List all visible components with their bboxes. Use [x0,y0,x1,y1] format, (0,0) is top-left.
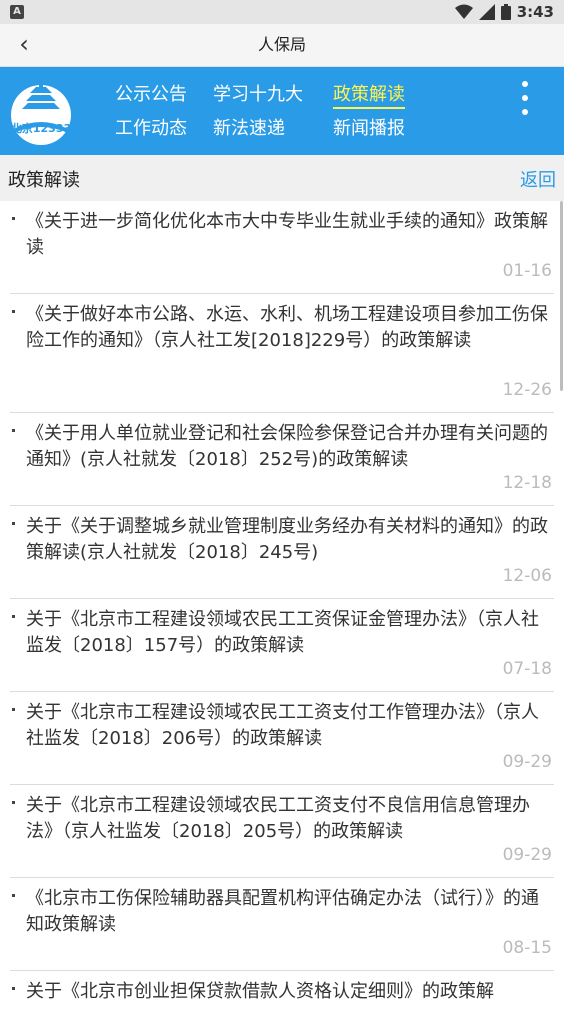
bullet [12,987,15,990]
tab-news-broadcast[interactable]: 新闻播报 [333,117,405,141]
bullet [12,522,15,525]
signal-icon [478,4,495,20]
notification-icon: A [10,5,24,19]
article-row[interactable]: 关于《关于调整城乡就业管理制度业务经办有关材料的通知》的政策解读(京人社就发〔2… [10,506,554,599]
return-link[interactable]: 返回 [520,166,556,192]
article-date: 12-26 [502,380,552,400]
bullet [12,217,15,220]
article-date: 07-18 [502,659,552,679]
bullet [12,801,15,804]
title-bar: ‹ 人保局 [0,24,564,67]
status-bar: A 3:43 [0,0,564,24]
article-date: 09-29 [502,845,552,865]
article-title: 关于《北京市工程建设领域农民工工资保证金管理办法》（京人社监发〔2018〕157… [26,609,539,656]
bullet [12,708,15,711]
scrollbar[interactable] [560,201,563,391]
article-row[interactable]: 《关于用人单位就业登记和社会保险参保登记合并办理有关问题的通知》(京人社就发〔2… [10,413,554,506]
article-row[interactable]: 关于《北京市工程建设领域农民工工资保证金管理办法》（京人社监发〔2018〕157… [10,599,554,692]
bullet [12,429,15,432]
article-title: 《关于做好本市公路、水运、水利、机场工程建设项目参加工伤保险工作的通知》（京人社… [26,304,548,351]
more-dot [522,81,528,87]
bullet [12,310,15,313]
article-date: 12-18 [502,473,552,493]
article-date: 01-16 [502,261,552,281]
article-title: 关于《北京市创业担保贷款借款人资格认定细则》的政策解 [26,981,494,1002]
article-row[interactable]: 关于《北京市工程建设领域农民工工资支付工作管理办法》（京人社监发〔2018〕20… [10,692,554,785]
article-list: 《关于进一步简化优化本市大中专毕业生就业手续的通知》政策解读 01-16 《关于… [0,201,564,1011]
clock: 3:43 [516,3,554,21]
tab-study-19th-congress[interactable]: 学习十九大 [213,83,303,107]
more-dot [522,95,528,101]
article-row[interactable]: 关于《北京市工程建设领域农民工工资支付不良信用信息管理办法》（京人社监发〔201… [10,785,554,878]
battery-icon [500,4,511,20]
section-header: 政策解读 返回 [0,155,564,201]
beijing-12333-logo: 北京12333 [11,81,71,145]
status-icons: 3:43 [454,3,554,21]
article-date: 09-29 [502,752,552,772]
wifi-icon [454,4,473,19]
tab-new-laws[interactable]: 新法速递 [213,117,285,141]
section-title: 政策解读 [8,170,80,191]
article-title: 关于《关于调整城乡就业管理制度业务经办有关材料的通知》的政策解读(京人社就发〔2… [26,516,548,563]
article-title: 关于《北京市工程建设领域农民工工资支付工作管理办法》（京人社监发〔2018〕20… [26,702,539,749]
page-title: 人保局 [257,35,306,54]
article-title: 《关于进一步简化优化本市大中专毕业生就业手续的通知》政策解读 [26,211,548,258]
article-title: 关于《北京市工程建设领域农民工工资支付不良信用信息管理办法》（京人社监发〔201… [26,795,530,842]
category-nav: 北京12333 公示公告 学习十九大 政策解读 工作动态 新法速递 新闻播报 [0,67,564,155]
article-row[interactable]: 《关于进一步简化优化本市大中专毕业生就业手续的通知》政策解读 01-16 [10,201,554,294]
article-date: 12-06 [502,566,552,586]
tab-announcements[interactable]: 公示公告 [115,83,187,107]
tab-work-news[interactable]: 工作动态 [115,117,187,141]
article-date: 08-15 [502,938,552,958]
bullet [12,615,15,618]
article-title: 《关于用人单位就业登记和社会保险参保登记合并办理有关问题的通知》(京人社就发〔2… [26,423,548,470]
more-options-icon[interactable] [515,81,535,115]
article-row[interactable]: 关于《北京市创业担保贷款借款人资格认定细则》的政策解 [10,971,554,1011]
more-dot [522,109,528,115]
tab-policy-interpretation[interactable]: 政策解读 [333,83,405,109]
bullet [12,894,15,897]
article-title: 《北京市工伤保险辅助器具配置机构评估确定办法（试行）》的通知政策解读 [26,888,539,935]
logo-text: 北京12333 [11,121,71,135]
article-row[interactable]: 《北京市工伤保险辅助器具配置机构评估确定办法（试行）》的通知政策解读 08-15 [10,878,554,971]
article-row[interactable]: 《关于做好本市公路、水运、水利、机场工程建设项目参加工伤保险工作的通知》（京人社… [10,294,554,413]
